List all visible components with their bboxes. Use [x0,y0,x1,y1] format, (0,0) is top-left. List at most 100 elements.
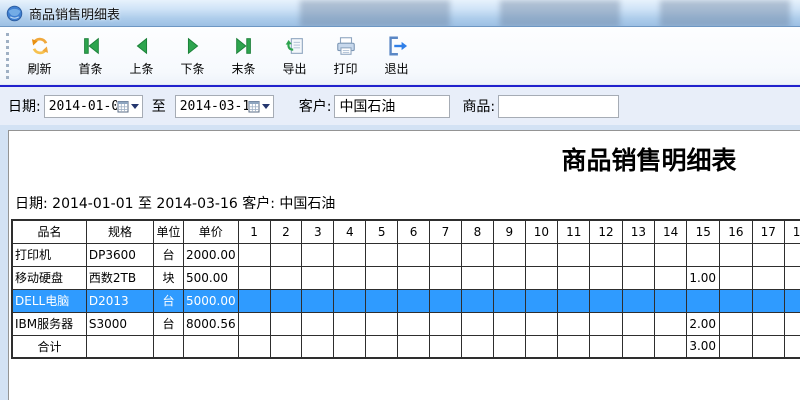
table-cell: D2013 [86,289,153,312]
calendar-icon [248,100,260,113]
table-day-cell [590,335,622,358]
table-column-header: 18 [784,220,800,243]
table-cell: S3000 [86,312,153,335]
table-day-cell [784,312,800,335]
table-day-cell [461,243,493,266]
table-day-cell [622,266,654,289]
table-day-cell [784,289,800,312]
table-day-cell [558,335,590,358]
print-button[interactable]: 打印 [320,30,371,82]
table-column-header: 5 [366,220,398,243]
table-column-header: 3 [302,220,334,243]
date-from-input[interactable] [49,99,117,114]
table-day-cell [784,266,800,289]
table-day-cell [622,243,654,266]
next-record-button[interactable]: 下条 [167,30,218,82]
table-column-header: 10 [525,220,557,243]
table-column-header: 11 [558,220,590,243]
toolbar-grip[interactable] [6,33,10,79]
table-row[interactable]: 打印机DP3600台2000.00 [12,243,800,266]
export-icon [284,35,306,57]
table-cell: 打印机 [12,243,86,266]
report-title: 商品销售明细表 [409,141,800,177]
toolbar-button-label: 首条 [78,60,102,77]
customer-input[interactable] [339,98,447,114]
export-button[interactable]: 导出 [269,30,320,82]
last-record-icon [233,35,255,57]
table-day-cell [655,335,687,358]
table-day-cell [270,243,302,266]
dropdown-caret-icon [262,104,270,109]
table-day-cell [366,335,398,358]
first-record-button[interactable]: 首条 [65,30,116,82]
date-to-input[interactable] [180,99,248,114]
table-day-cell [622,289,654,312]
table-row[interactable]: DELL电脑D2013台5000.00 [12,289,800,312]
titlebar-glass-blur [660,0,790,27]
table-day-cell [302,289,334,312]
table-day-cell [366,312,398,335]
table-cell: 块 [154,266,184,289]
product-field[interactable] [498,95,619,118]
table-row[interactable]: IBM服务器S3000台8000.562.00 [12,312,800,335]
exit-button[interactable]: 退出 [371,30,422,82]
table-day-cell [302,312,334,335]
table-row[interactable]: 合计3.00 [12,335,800,358]
last-record-button[interactable]: 末条 [218,30,269,82]
date-to-picker[interactable] [175,95,274,118]
product-input[interactable] [503,98,616,114]
table-header-row: 品名规格单位单价123456789101112131415161718 [12,220,800,243]
table-day-cell [302,243,334,266]
table-day-cell [590,266,622,289]
table-day-cell [525,243,557,266]
table-column-header: 品名 [12,220,86,243]
refresh-icon [29,35,51,57]
date-to-label: 至 [152,96,166,116]
titlebar-glass-blur [300,0,450,27]
table-column-header: 单价 [183,220,238,243]
sales-detail-table: 品名规格单位单价123456789101112131415161718 打印机D… [11,219,800,359]
table-day-cell [334,243,366,266]
table-day-cell [334,335,366,358]
date-from-picker[interactable] [44,95,143,118]
previous-record-button[interactable]: 上条 [116,30,167,82]
table-day-cell [430,335,462,358]
table-day-cell [238,289,270,312]
table-column-header: 16 [720,220,752,243]
exit-icon [386,35,408,57]
table-day-cell [398,243,430,266]
refresh-button[interactable]: 刷新 [14,30,65,82]
table-row[interactable]: 移动硬盘西数2TB块500.001.00 [12,266,800,289]
table-day-cell [366,266,398,289]
date-label: 日期: [8,96,41,116]
customer-label: 客户: [299,96,332,116]
table-cell: 西数2TB [86,266,153,289]
print-icon [335,35,357,57]
table-day-cell [302,335,334,358]
table-day-cell [493,243,525,266]
table-day-cell [720,335,752,358]
toolbar-button-label: 上条 [129,60,153,77]
table-column-header: 14 [655,220,687,243]
table-day-cell [238,335,270,358]
table-column-header: 7 [430,220,462,243]
table-day-cell [784,335,800,358]
customer-field[interactable] [334,95,450,118]
table-day-cell [525,312,557,335]
table-day-cell [493,335,525,358]
table-column-header: 6 [398,220,430,243]
table-cell: 台 [154,243,184,266]
app-window: 商品销售明细表 刷新 首条 上条 [0,0,800,400]
table-day-cell [558,289,590,312]
table-day-cell [461,266,493,289]
table-cell: 合计 [12,335,86,358]
table-column-header: 8 [461,220,493,243]
table-cell: 500.00 [183,266,238,289]
table-cell: 8000.56 [183,312,238,335]
table-day-cell [720,289,752,312]
table-cell: 移动硬盘 [12,266,86,289]
toolbar-button-label: 打印 [333,60,357,77]
table-day-cell [784,243,800,266]
table-day-cell [238,312,270,335]
toolbar-button-label: 末条 [231,60,255,77]
